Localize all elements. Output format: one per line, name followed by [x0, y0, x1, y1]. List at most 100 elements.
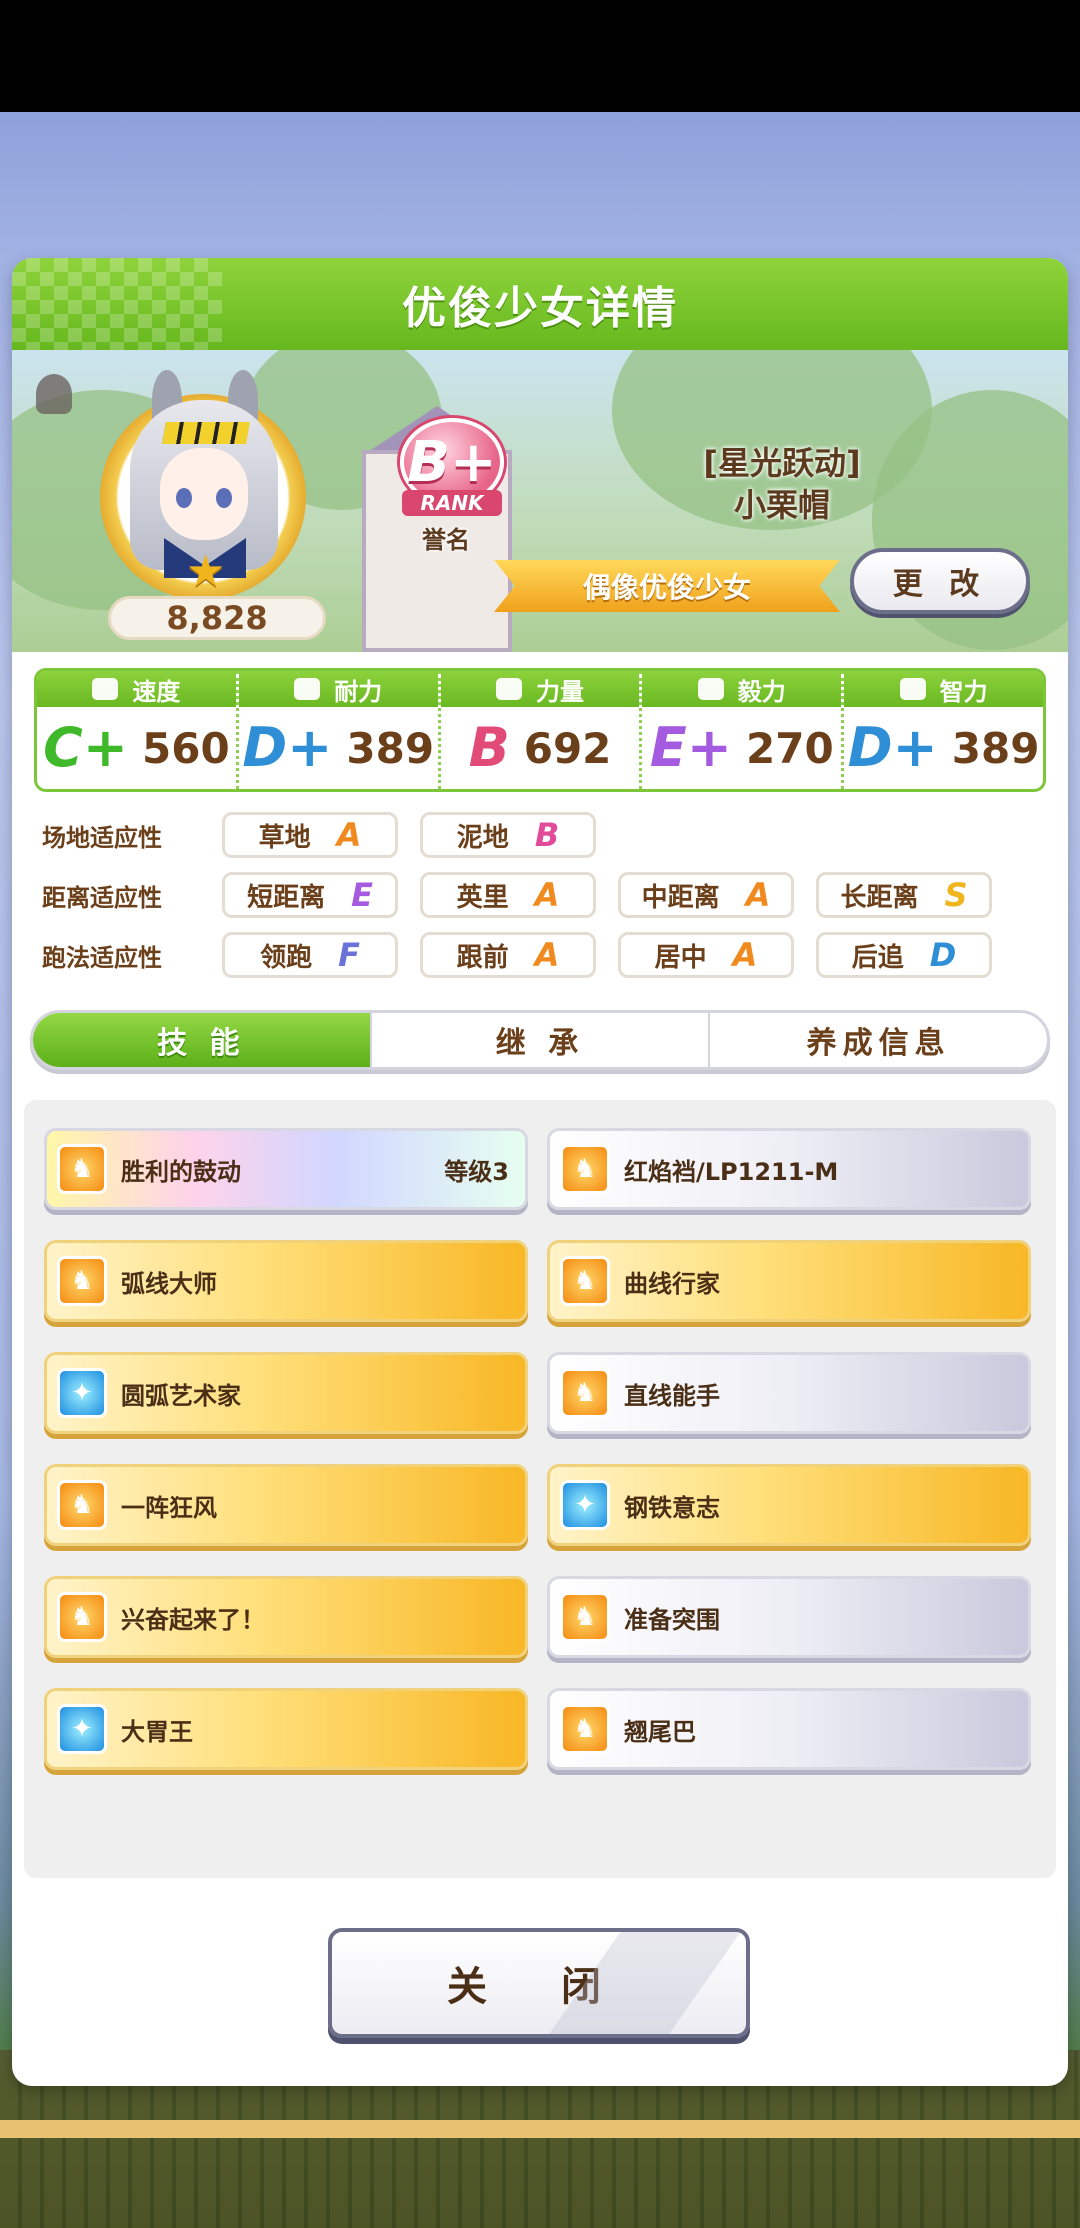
detail-tabs: 技 能继 承养成信息 — [30, 1010, 1050, 1070]
stat-label: 智力 — [939, 677, 988, 706]
muscle-icon — [495, 678, 522, 700]
stat-value: 560 — [142, 723, 230, 773]
horse-skill-icon: ♞ — [560, 1144, 610, 1194]
aptitude-name: 后追 — [851, 942, 904, 973]
aptitude-cell: 短距离 E — [222, 872, 398, 918]
stat-value: 389 — [951, 723, 1040, 773]
aptitude-cell: 泥地 B — [420, 812, 596, 858]
stat-header: 智力 — [844, 671, 1043, 707]
horse-skill-icon: ♞ — [57, 1480, 107, 1530]
skill-name: 准备突围 — [624, 1605, 720, 1634]
rank-caption: 誉名 — [422, 526, 470, 554]
stat-header: 毅力 — [642, 671, 842, 707]
rank-label: RANK — [402, 490, 502, 516]
aptitude-grade: A — [745, 876, 771, 914]
detail-panel: 优俊少女详情 ★ 8,828 B+ RANK 誉名 [星光跃动] 小栗帽 偶像优… — [12, 258, 1068, 2086]
background-rail — [0, 2120, 1080, 2138]
skill-card[interactable]: ♞ 曲线行家 — [547, 1240, 1031, 1322]
skill-name: 曲线行家 — [624, 1269, 720, 1298]
skill-name: 钢铁意志 — [624, 1493, 720, 1522]
aptitude-name: 领跑 — [260, 942, 313, 973]
aptitude-cell: 草地 A — [222, 812, 398, 858]
aptitude-cell: 领跑 F — [222, 932, 398, 978]
status-bar — [0, 0, 1080, 112]
stat-body: B 692 — [441, 707, 640, 789]
stat-label: 耐力 — [334, 677, 383, 706]
stat-body: C+ 560 — [37, 707, 236, 789]
flame-icon — [697, 678, 724, 700]
rank-badge: B+ RANK — [394, 418, 510, 516]
stat-label: 力量 — [535, 677, 584, 706]
epithet-text: [星光跃动] — [703, 444, 861, 482]
shoe-icon — [92, 678, 119, 700]
aptitude-cell: 居中 A — [618, 932, 794, 978]
stat-3: 毅力 E+ 270 — [642, 671, 845, 789]
skill-card[interactable]: ✦ 大胃王 — [44, 1688, 528, 1770]
aptitude-cell: 后追 D — [816, 932, 992, 978]
avatar-crown — [162, 422, 250, 444]
skill-name: 翘尾巴 — [624, 1717, 696, 1746]
aptitude-name: 长距离 — [840, 882, 919, 913]
graduation-cap-icon — [899, 678, 926, 700]
skill-level: 等级3 — [444, 1157, 509, 1186]
skill-card[interactable]: ♞ 准备突围 — [547, 1576, 1031, 1658]
aptitude-cell: 跟前 A — [420, 932, 596, 978]
tab-0[interactable]: 技 能 — [33, 1013, 372, 1067]
profile-banner: ★ 8,828 B+ RANK 誉名 [星光跃动] 小栗帽 偶像优俊少女 更 改 — [12, 350, 1068, 652]
skill-card[interactable]: ♞ 一阵狂风 — [44, 1464, 528, 1546]
aptitude-grade: A — [534, 936, 560, 974]
aptitude-grade: F — [338, 936, 360, 974]
aptitude-grade: B — [534, 816, 560, 854]
horse-skill-icon: ♞ — [57, 1256, 107, 1306]
aptitude-cell: 中距离 A — [618, 872, 794, 918]
horse-skill-icon: ♞ — [560, 1592, 610, 1642]
change-title-button[interactable]: 更 改 — [850, 548, 1030, 614]
heart-icon — [294, 678, 321, 700]
stat-grade: C+ — [43, 716, 128, 779]
aptitude-grade: A — [732, 936, 758, 974]
sparkle-skill-icon: ✦ — [560, 1480, 610, 1530]
skill-card[interactable]: ✦ 圆弧艺术家 — [44, 1352, 528, 1434]
stat-0: 速度 C+ 560 — [37, 671, 239, 789]
skill-name: 兴奋起来了！ — [121, 1605, 265, 1634]
skill-card[interactable]: ♞ 翘尾巴 — [547, 1688, 1031, 1770]
aptitude-name: 泥地 — [456, 822, 509, 853]
aptitude-row-strategy: 跑法适应性 领跑 F 跟前 A 居中 A 后追 D — [42, 930, 1042, 980]
aptitude-label: 跑法适应性 — [42, 943, 162, 972]
skills-list: ♞ 胜利的鼓动 等级3 ♞ 红焰裆/LP1211-M ♞ 弧线大师 ♞ 曲线行家 ✦ 圆弧艺术家 ♞ 直… — [24, 1100, 1056, 1878]
aptitude-name: 草地 — [258, 822, 311, 853]
aptitude-grade: A — [534, 876, 560, 914]
tab-2[interactable]: 养成信息 — [710, 1013, 1047, 1067]
skill-name: 大胃王 — [121, 1717, 193, 1746]
skill-card[interactable]: ♞ 胜利的鼓动 等级3 — [44, 1128, 528, 1210]
stat-grade: E+ — [649, 716, 733, 779]
skill-card[interactable]: ✦ 钢铁意志 — [547, 1464, 1031, 1546]
skill-card[interactable]: ♞ 直线能手 — [547, 1352, 1031, 1434]
stat-1: 耐力 D+ 389 — [238, 671, 441, 789]
skill-name: 红焰裆/LP1211-M — [624, 1157, 839, 1186]
stat-label: 速度 — [132, 677, 181, 706]
skill-card[interactable]: ♞ 兴奋起来了！ — [44, 1576, 528, 1658]
skill-name: 胜利的鼓动 — [121, 1157, 241, 1186]
aptitude-cell: 英里 A — [420, 872, 596, 918]
horse-skill-icon: ♞ — [560, 1368, 610, 1418]
stat-grade: D+ — [242, 716, 333, 779]
character-epithet: [星光跃动] 小栗帽 — [632, 442, 932, 526]
sparkle-skill-icon: ✦ — [57, 1704, 107, 1754]
stat-header: 耐力 — [238, 671, 438, 707]
horse-skill-icon: ♞ — [560, 1704, 610, 1754]
close-button[interactable]: 关 闭 — [328, 1928, 750, 2038]
title-ribbon: 偶像优俊少女 — [494, 560, 840, 612]
skill-card[interactable]: ♞ 弧线大师 — [44, 1240, 528, 1322]
aptitude-row-distance: 距离适应性 短距离 E 英里 A 中距离 A 长距离 S — [42, 870, 1042, 920]
aptitude-name: 跟前 — [456, 942, 509, 973]
stat-grade: B — [468, 716, 510, 779]
aptitude-grade: A — [336, 816, 362, 854]
character-name: 小栗帽 — [733, 486, 830, 524]
tab-1[interactable]: 继 承 — [372, 1013, 711, 1067]
skill-card[interactable]: ♞ 红焰裆/LP1211-M — [547, 1128, 1031, 1210]
horseshoe-icon[interactable] — [36, 374, 72, 414]
sparkle-skill-icon: ✦ — [57, 1368, 107, 1418]
horse-skill-icon: ♞ — [57, 1144, 107, 1194]
avatar[interactable]: ★ — [124, 370, 284, 594]
